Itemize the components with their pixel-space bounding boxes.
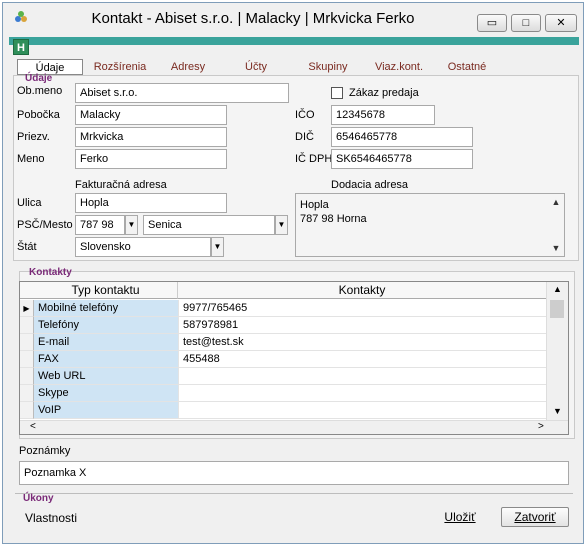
contacts-grid: Typ kontaktu Kontakty ▶ Mobilné telefóny… [19, 281, 569, 435]
table-row[interactable]: VoIP [20, 402, 560, 419]
scroll-right-icon[interactable]: > [538, 421, 544, 432]
row-selector [20, 351, 34, 368]
kontakty-group-title: Kontakty [29, 267, 72, 278]
poznamky-field[interactable]: Poznamka X [19, 461, 569, 485]
tab-bar: Údaje Rozšírenia Adresy Účty Skupiny Via… [13, 59, 573, 75]
cell-value[interactable] [178, 402, 546, 419]
cell-value[interactable]: test@test.sk [178, 334, 546, 351]
row-selector [20, 385, 34, 402]
mesto-field[interactable]: Senica [143, 215, 275, 235]
ico-label: IČO [295, 109, 315, 121]
stat-dropdown-arrow-icon[interactable]: ▼ [211, 237, 224, 257]
scroll-left-icon[interactable]: < [30, 421, 36, 432]
priezv-label: Priezv. [17, 131, 50, 143]
scroll-up-icon[interactable]: ▲ [553, 284, 562, 294]
psc-dropdown-arrow-icon[interactable]: ▼ [125, 215, 138, 235]
grid-corner [20, 282, 34, 299]
table-row[interactable]: FAX 455488 [20, 351, 560, 368]
zatvorit-button[interactable]: Zatvoriť [501, 507, 569, 527]
cell-type: Mobilné telefóny [34, 300, 178, 317]
dodacia-adresa-box[interactable]: Hopla 787 98 Horna [295, 193, 565, 257]
poznamky-label: Poznámky [19, 445, 71, 457]
obmeno-field[interactable]: Abiset s.r.o. [75, 83, 289, 103]
pobocka-label: Pobočka [17, 109, 60, 121]
udaje-group-title: Údaje [25, 73, 53, 84]
cell-value[interactable]: 455488 [178, 351, 546, 368]
dic-field[interactable]: 6546465778 [331, 127, 473, 147]
tab-ucty[interactable]: Účty [239, 59, 273, 75]
scroll-down-icon[interactable]: ▼ [549, 241, 563, 255]
obmeno-label: Ob.meno [17, 85, 63, 97]
vlastnosti-link[interactable]: Vlastnosti [25, 511, 77, 525]
dodacia-adresa-title: Dodacia adresa [331, 179, 409, 191]
stat-field[interactable]: Slovensko [75, 237, 211, 257]
psc-field[interactable]: 787 98 [75, 215, 125, 235]
toolbar-strip [9, 37, 579, 45]
ulica-field[interactable]: Hopla [75, 193, 227, 213]
dic-label: DIČ [295, 131, 314, 143]
psc-mesto-label: PSČ/Mesto [17, 219, 73, 231]
minimize-button[interactable]: ▭ [477, 14, 507, 32]
divider [15, 493, 573, 494]
tab-rozsirenia[interactable]: Rozšírenia [91, 59, 149, 75]
fakturacna-adresa-title: Fakturačná adresa [75, 179, 167, 191]
title-bar: Kontakt - Abiset s.r.o. | Malacky | Mrkv… [3, 3, 583, 33]
scrollbar-thumb[interactable] [550, 300, 564, 318]
cell-value[interactable] [178, 385, 546, 402]
row-selector [20, 368, 34, 385]
priezv-field[interactable]: Mrkvicka [75, 127, 227, 147]
maximize-button[interactable]: □ [511, 14, 541, 32]
contact-window: Kontakt - Abiset s.r.o. | Malacky | Mrkv… [2, 2, 584, 544]
pobocka-field[interactable]: Malacky [75, 105, 227, 125]
h-button[interactable]: H [13, 39, 29, 55]
row-selector [20, 317, 34, 334]
cell-type: Skype [34, 385, 178, 402]
table-row[interactable]: ▶ Mobilné telefóny 9977/765465 [20, 300, 560, 317]
tab-ostatne[interactable]: Ostatné [445, 59, 489, 75]
row-selector [20, 402, 34, 419]
table-row[interactable]: Telefóny 587978981 [20, 317, 560, 334]
cell-type: Web URL [34, 368, 178, 385]
zakaz-predaja-checkbox[interactable] [331, 87, 343, 99]
meno-label: Meno [17, 153, 45, 165]
tab-adresy[interactable]: Adresy [165, 59, 211, 75]
row-indicator-icon: ▶ [20, 300, 34, 317]
dodacia-line-2: 787 98 Horna [300, 213, 367, 225]
ulica-label: Ulica [17, 197, 42, 209]
table-row[interactable]: Skype [20, 385, 560, 402]
cell-value[interactable] [178, 368, 546, 385]
tab-viaz-kont[interactable]: Viaz.kont. [371, 59, 427, 75]
col-header-typ[interactable]: Typ kontaktu [34, 282, 178, 299]
ico-field[interactable]: 12345678 [331, 105, 435, 125]
dodacia-line-1: Hopla [300, 199, 329, 211]
window-title: Kontakt - Abiset s.r.o. | Malacky | Mrkv… [91, 10, 415, 27]
close-button[interactable]: ✕ [545, 14, 577, 32]
cell-type: Telefóny [34, 317, 178, 334]
cell-value[interactable]: 587978981 [178, 317, 546, 334]
mesto-dropdown-arrow-icon[interactable]: ▼ [275, 215, 288, 235]
ukony-group-title: Úkony [23, 493, 54, 504]
icdph-label: IČ DPH [295, 153, 333, 165]
cell-type: VoIP [34, 402, 178, 419]
col-header-kontakty[interactable]: Kontakty [178, 282, 546, 299]
scroll-down-icon[interactable]: ▼ [553, 406, 562, 416]
ulozit-button[interactable]: Uložiť [437, 507, 483, 527]
meno-field[interactable]: Ferko [75, 149, 227, 169]
grid-vertical-scrollbar[interactable]: ▲ ▼ [546, 282, 568, 420]
cell-type: FAX [34, 351, 178, 368]
table-row[interactable]: E-mail test@test.sk [20, 334, 560, 351]
table-row[interactable]: Web URL [20, 368, 560, 385]
cell-value[interactable]: 9977/765465 [178, 300, 546, 317]
zakaz-predaja-label: Zákaz predaja [349, 87, 419, 99]
stat-label: Štát [17, 241, 37, 253]
icdph-field[interactable]: SK6546465778 [331, 149, 473, 169]
scroll-up-icon[interactable]: ▲ [549, 195, 563, 209]
grid-horizontal-scrollbar[interactable]: < > [20, 420, 568, 434]
row-selector [20, 334, 34, 351]
cell-type: E-mail [34, 334, 178, 351]
tab-skupiny[interactable]: Skupiny [303, 59, 353, 75]
